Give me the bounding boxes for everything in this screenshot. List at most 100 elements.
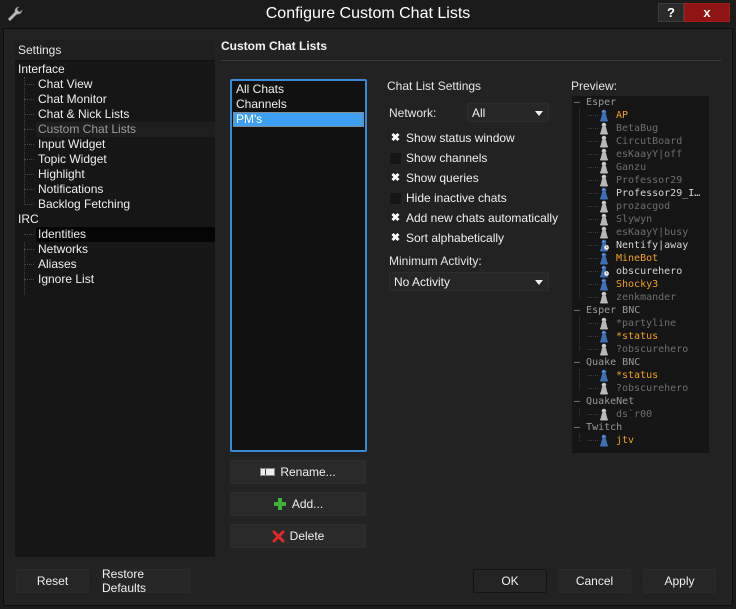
- checkbox-sort-alphabetically[interactable]: ✖ Sort alphabetically: [390, 230, 504, 246]
- user-active-icon: [600, 239, 609, 252]
- sidebar-item-aliases[interactable]: Aliases: [15, 257, 215, 272]
- preview-network[interactable]: – QuakeNet: [572, 395, 709, 408]
- user-active-icon: [600, 109, 608, 122]
- chat-list-item[interactable]: PM's: [233, 112, 364, 127]
- sidebar-item-identities[interactable]: Identities: [15, 227, 215, 242]
- rename-button[interactable]: Rename...: [230, 460, 366, 484]
- collapse-icon[interactable]: –: [574, 357, 586, 368]
- user-inactive-icon: [600, 408, 608, 421]
- checkbox-add-new-chats-automatically[interactable]: ✖ Add new chats automatically: [390, 210, 558, 226]
- sidebar-item-chat-view[interactable]: Chat View: [15, 77, 215, 92]
- user-inactive-icon: [600, 226, 608, 239]
- preview-network[interactable]: – Esper BNC: [572, 304, 709, 317]
- preview-network[interactable]: – Twitch: [572, 421, 709, 434]
- sidebar-item-topic-widget[interactable]: Topic Widget: [15, 152, 215, 167]
- checkbox-show-status-window[interactable]: ✖ Show status window: [390, 130, 515, 146]
- preview-buffer[interactable]: Slywyn: [572, 213, 709, 226]
- buffer-name: prozacgod: [616, 201, 671, 212]
- preview-buffer[interactable]: zenkmander: [572, 291, 709, 304]
- checkbox-show-queries[interactable]: ✖ Show queries: [390, 170, 479, 186]
- user-inactive-icon: [600, 174, 608, 187]
- collapse-icon[interactable]: –: [574, 305, 586, 316]
- preview-buffer[interactable]: prozacgod: [572, 200, 709, 213]
- preview-buffer[interactable]: esKaayY|off: [572, 148, 709, 161]
- preview-buffer[interactable]: BetaBug: [572, 122, 709, 135]
- tree-group-interface[interactable]: Interface: [15, 62, 215, 77]
- title-bar[interactable]: Configure Custom Chat Lists ? x: [0, 0, 736, 30]
- checkbox-empty[interactable]: [390, 192, 401, 204]
- delete-button[interactable]: Delete: [230, 524, 366, 548]
- sidebar-item-custom-chat-lists[interactable]: Custom Chat Lists: [15, 122, 215, 137]
- sidebar-item-label: Ignore List: [38, 272, 95, 286]
- buffer-name: MineBot: [616, 253, 659, 264]
- buffer-name: Ganzu: [616, 162, 647, 173]
- preview-buffer[interactable]: *partyline: [572, 317, 709, 330]
- preview-buffer[interactable]: AP: [572, 109, 709, 122]
- sidebar-item-networks[interactable]: Networks: [15, 242, 215, 257]
- preview-buffer[interactable]: ?obscurehero: [572, 382, 709, 395]
- preview-buffer[interactable]: *status: [572, 330, 709, 343]
- sidebar-item-label: Chat Monitor: [38, 92, 107, 106]
- tree-branch-line: [24, 242, 25, 295]
- preview-buffer[interactable]: Professor29: [572, 174, 709, 187]
- checkmark-x-icon[interactable]: ✖: [390, 132, 401, 144]
- sidebar-item-chat-nick-lists[interactable]: Chat & Nick Lists: [15, 107, 215, 122]
- network-select[interactable]: All: [467, 103, 549, 122]
- collapse-icon[interactable]: –: [574, 396, 586, 407]
- preview-buffer[interactable]: ds`r00: [572, 408, 709, 421]
- minimum-activity-select[interactable]: No Activity: [389, 272, 549, 291]
- sidebar-item-label: Identities: [38, 227, 87, 241]
- chat-list-item[interactable]: Channels: [233, 97, 364, 112]
- preview-network[interactable]: – Quake BNC: [572, 356, 709, 369]
- preview-buffer[interactable]: *status: [572, 369, 709, 382]
- sidebar-item-label: Highlight: [38, 167, 85, 181]
- collapse-icon[interactable]: –: [574, 422, 586, 433]
- checkbox-show-channels[interactable]: Show channels: [390, 150, 487, 166]
- buffer-name: Shocky3: [616, 279, 659, 290]
- sidebar-item-label: Input Widget: [38, 137, 106, 151]
- sidebar-item-input-widget[interactable]: Input Widget: [15, 137, 215, 152]
- user-inactive-icon: [600, 213, 608, 226]
- chat-list-item[interactable]: All Chats: [233, 82, 364, 97]
- preview-buffer[interactable]: Professor29_I…: [572, 187, 709, 200]
- checkmark-x-icon[interactable]: ✖: [390, 232, 401, 244]
- user-inactive-icon: [600, 135, 608, 148]
- reset-button[interactable]: Reset: [16, 569, 89, 593]
- add-button[interactable]: Add...: [230, 492, 366, 516]
- collapse-icon[interactable]: –: [574, 97, 586, 108]
- preview-buffer[interactable]: Nentify|away: [572, 239, 709, 252]
- checkmark-x-icon[interactable]: ✖: [390, 172, 401, 184]
- sidebar-item-chat-monitor[interactable]: Chat Monitor: [15, 92, 215, 107]
- restore-defaults-button[interactable]: Restore Defaults: [101, 567, 190, 595]
- checkbox-hide-inactive-chats[interactable]: Hide inactive chats: [390, 190, 507, 206]
- checkbox-empty[interactable]: [390, 152, 401, 164]
- apply-button[interactable]: Apply: [643, 569, 716, 593]
- tree-group-irc[interactable]: IRC: [15, 212, 215, 227]
- buffer-name: ?obscurehero: [616, 383, 689, 394]
- preview-buffer[interactable]: Shocky3: [572, 278, 709, 291]
- page-title: Custom Chat Lists: [221, 39, 328, 53]
- cancel-button[interactable]: Cancel: [558, 569, 631, 593]
- preview-network[interactable]: – Esper: [572, 96, 709, 109]
- preview-buffer[interactable]: MineBot: [572, 252, 709, 265]
- chat-list-settings-title: Chat List Settings: [387, 79, 482, 93]
- preview-buffer[interactable]: obscurehero: [572, 265, 709, 278]
- preview-tree: – Esper AP BetaBug CircutBoard esKaayY|off Ga…: [572, 96, 709, 453]
- sidebar-item-label: Backlog Fetching: [38, 197, 131, 211]
- ok-button[interactable]: OK: [473, 569, 547, 593]
- preview-buffer[interactable]: esKaayY|busy: [572, 226, 709, 239]
- sidebar-item-notifications[interactable]: Notifications: [15, 182, 215, 197]
- sidebar-item-highlight[interactable]: Highlight: [15, 167, 215, 182]
- sidebar-item-ignore-list[interactable]: Ignore List: [15, 272, 215, 287]
- preview-buffer[interactable]: CircutBoard: [572, 135, 709, 148]
- preview-buffer[interactable]: jtv: [572, 434, 709, 447]
- chat-list-box[interactable]: All Chats Channels PM's: [230, 79, 367, 452]
- close-button[interactable]: x: [684, 3, 730, 22]
- preview-buffer[interactable]: Ganzu: [572, 161, 709, 174]
- network-name: Esper BNC: [586, 305, 641, 316]
- help-button[interactable]: ?: [658, 3, 684, 22]
- sidebar-item-backlog-fetching[interactable]: Backlog Fetching: [15, 197, 215, 212]
- preview-buffer[interactable]: ?obscurehero: [572, 343, 709, 356]
- checkmark-x-icon[interactable]: ✖: [390, 212, 401, 224]
- add-label: Add...: [291, 497, 324, 511]
